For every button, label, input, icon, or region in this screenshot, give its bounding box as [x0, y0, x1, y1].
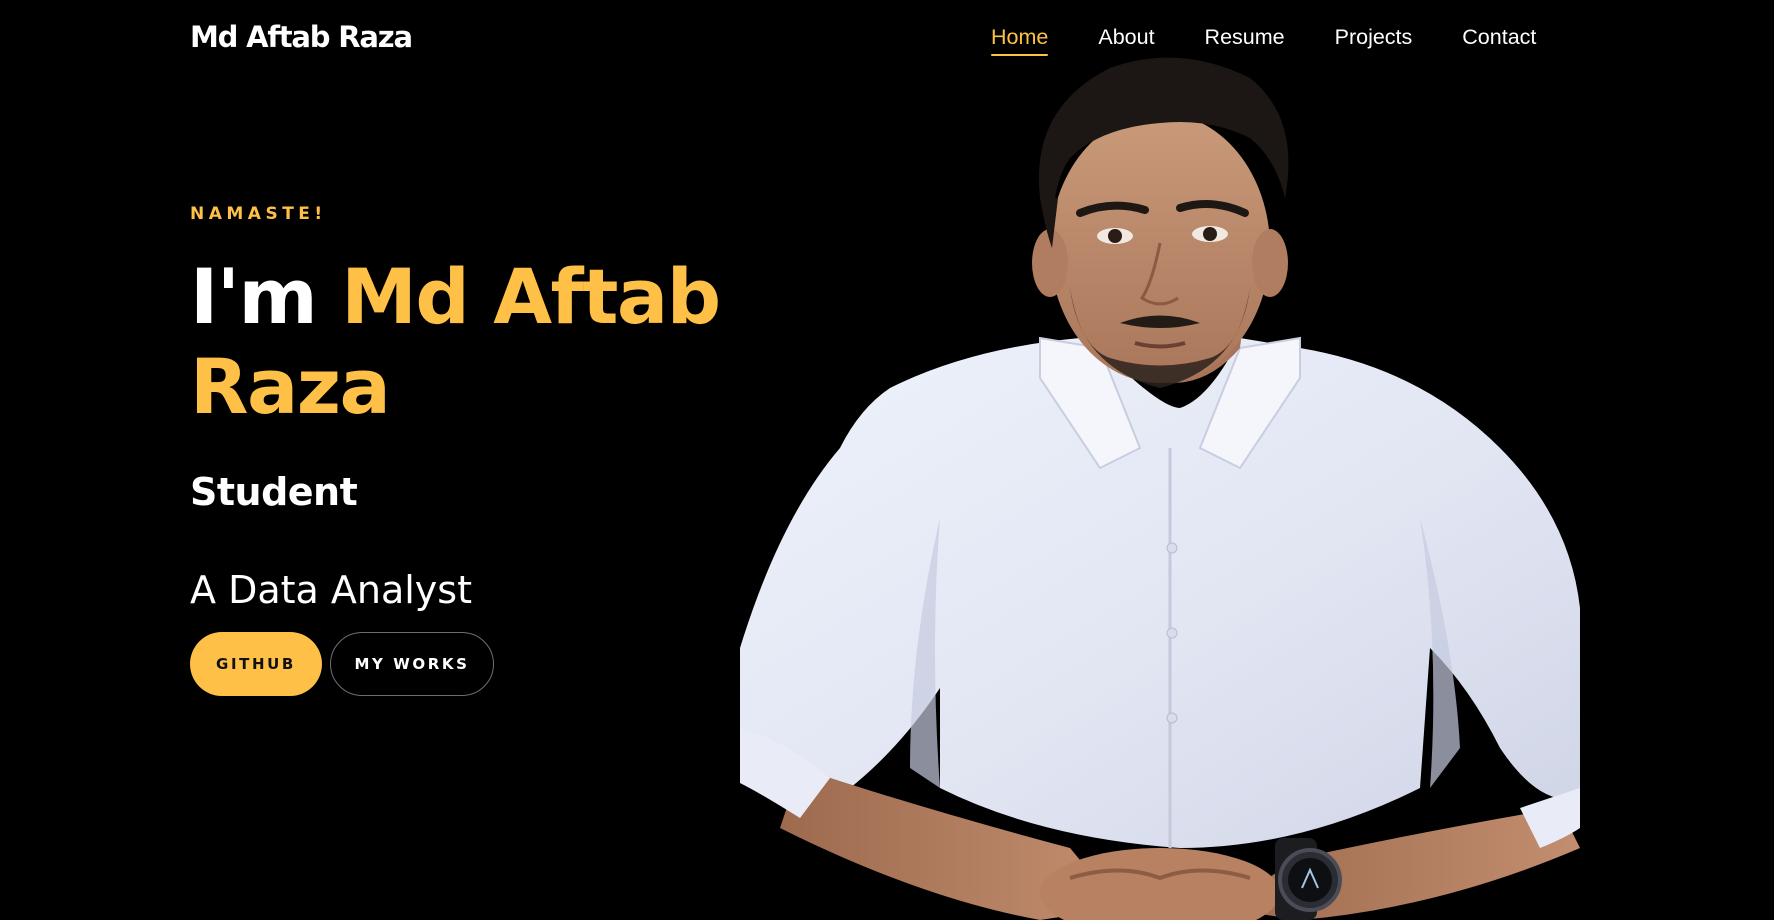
hero-role: Student — [190, 470, 358, 514]
portrait-photo — [740, 57, 1580, 920]
hero-tagline: A Data Analyst — [190, 568, 472, 612]
hero-greeting: NAMASTE! — [190, 204, 327, 224]
github-button[interactable]: GITHUB — [190, 632, 322, 696]
hero-title-prefix: I'm — [190, 252, 318, 341]
page: Md Aftab Raza Home About Resume Projects… — [0, 0, 1774, 920]
hero-buttons: GITHUB MY WORKS — [190, 632, 494, 696]
hero-title: I'm Md Aftab Raza — [190, 252, 750, 432]
my-works-button[interactable]: MY WORKS — [330, 632, 494, 696]
site-brand[interactable]: Md Aftab Raza — [190, 20, 413, 54]
